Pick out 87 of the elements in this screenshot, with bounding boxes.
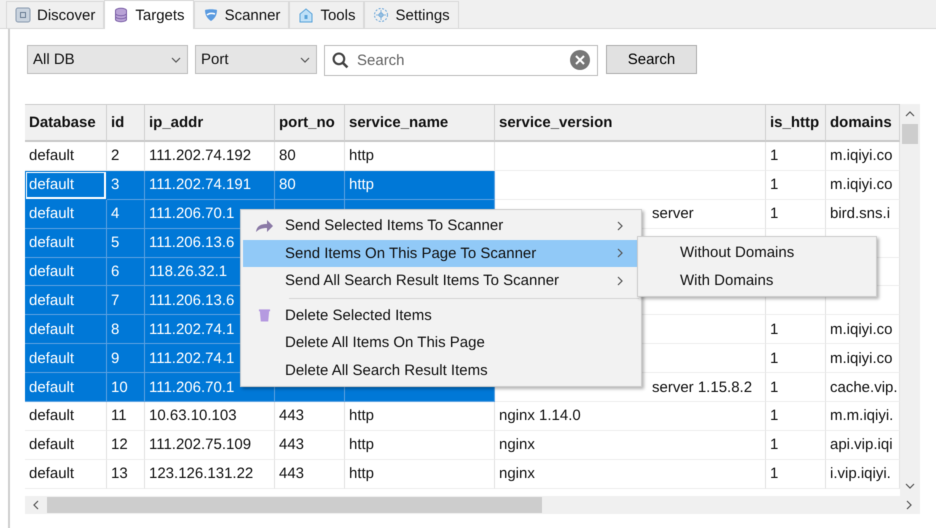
tab[interactable]: Settings — [364, 1, 459, 28]
table-cell: default — [25, 286, 107, 316]
table-cell: 1 — [766, 200, 826, 229]
table-cell: 1 — [766, 142, 826, 171]
table-cell: 1 — [766, 460, 826, 489]
table-cell: nginx — [495, 460, 766, 489]
column-header[interactable]: port_no — [275, 105, 345, 142]
tab[interactable]: Scanner — [194, 1, 290, 28]
table-cell: nginx 1.14.0 — [495, 402, 766, 431]
chevron-down-icon — [300, 56, 310, 62]
table-cell: default — [25, 460, 107, 489]
column-header[interactable]: ip_addr — [145, 105, 275, 142]
search-field[interactable]: Search — [324, 45, 598, 76]
table-cell: default — [25, 315, 107, 344]
table-cell: default — [25, 402, 107, 431]
table-cell: 1 — [766, 315, 826, 344]
table-cell: 443 — [275, 460, 345, 489]
table-cell: 4 — [107, 200, 145, 229]
database-icon — [113, 7, 130, 23]
column-header[interactable]: is_http — [766, 105, 826, 142]
scroll-thumb[interactable] — [47, 497, 542, 513]
house-icon — [298, 7, 314, 23]
table-cell: 111.202.74.191 — [145, 170, 275, 200]
table-cell: 11 — [107, 402, 145, 431]
tab[interactable]: Tools — [289, 1, 364, 28]
scroll-left-icon[interactable] — [33, 500, 39, 510]
wheel-icon — [373, 7, 390, 23]
column-header[interactable]: service_version — [495, 105, 766, 142]
table-cell: default — [25, 258, 107, 286]
scroll-right-icon[interactable] — [906, 500, 912, 510]
column-header[interactable]: Database — [25, 105, 107, 142]
table-cell: 80 — [275, 170, 345, 200]
filter-dropdown[interactable]: Port — [195, 45, 317, 74]
tab[interactable]: Targets — [104, 0, 194, 29]
table-cell: 13 — [107, 460, 145, 489]
table-cell: default — [25, 170, 107, 200]
table-cell: 10.63.10.103 — [145, 402, 275, 431]
table-cell: 1 — [766, 373, 826, 402]
scroll-thumb[interactable] — [902, 124, 918, 144]
table-cell: 7 — [107, 286, 145, 316]
trash-icon — [258, 307, 270, 324]
scroll-up-icon[interactable] — [905, 111, 915, 117]
table-cell: http — [345, 460, 495, 489]
table-cell: 3 — [107, 170, 145, 200]
horizontal-scrollbar[interactable] — [25, 496, 920, 514]
chevron-down-icon — [171, 56, 181, 62]
table-cell: 5 — [107, 228, 145, 258]
column-header[interactable]: domains — [826, 105, 900, 142]
menu-item[interactable]: Without Domains — [638, 239, 876, 266]
chevron-right-icon — [617, 248, 623, 258]
tab[interactable]: Discover — [6, 1, 104, 28]
table-cell: default — [25, 200, 107, 229]
table-cell: 111.202.75.109 — [145, 430, 275, 460]
chevron-right-icon — [617, 220, 623, 231]
table-cell: http — [345, 402, 495, 431]
menu-item[interactable]: With Domains — [638, 266, 876, 294]
table-cell: http — [345, 170, 495, 200]
table-cell: default — [25, 344, 107, 374]
table-cell: 9 — [107, 344, 145, 374]
table-cell: 443 — [275, 430, 345, 460]
menu-item[interactable]: Send Items On This Page To Scanner — [243, 240, 639, 267]
table-cell: 123.126.131.22 — [145, 460, 275, 489]
table-cell: 8 — [107, 315, 145, 344]
table-cell: 12 — [107, 430, 145, 460]
column-header[interactable]: service_name — [345, 105, 495, 142]
scroll-down-icon[interactable] — [905, 483, 915, 489]
table-cell: http — [345, 430, 495, 460]
chevron-right-icon — [617, 276, 623, 286]
table-cell: nginx — [495, 430, 766, 460]
column-header[interactable]: id — [107, 105, 145, 142]
table-cell: default — [25, 430, 107, 460]
table-cell: 1 — [766, 344, 826, 374]
square-icon — [15, 7, 31, 23]
table-cell: 1 — [766, 430, 826, 460]
search-button[interactable]: Search — [606, 45, 697, 74]
table-cell: 1 — [766, 402, 826, 431]
table-cell: default — [25, 373, 107, 402]
shield-icon — [202, 7, 219, 23]
table-cell: 443 — [275, 402, 345, 431]
arrow-icon — [254, 218, 274, 233]
table-cell: default — [25, 228, 107, 258]
table-cell: 1 — [766, 170, 826, 200]
clear-icon[interactable] — [570, 50, 590, 70]
vertical-scrollbar[interactable] — [900, 104, 920, 496]
filter-dropdown[interactable]: All DB — [27, 45, 188, 74]
table-cell: 10 — [107, 373, 145, 402]
table-cell: 6 — [107, 258, 145, 286]
